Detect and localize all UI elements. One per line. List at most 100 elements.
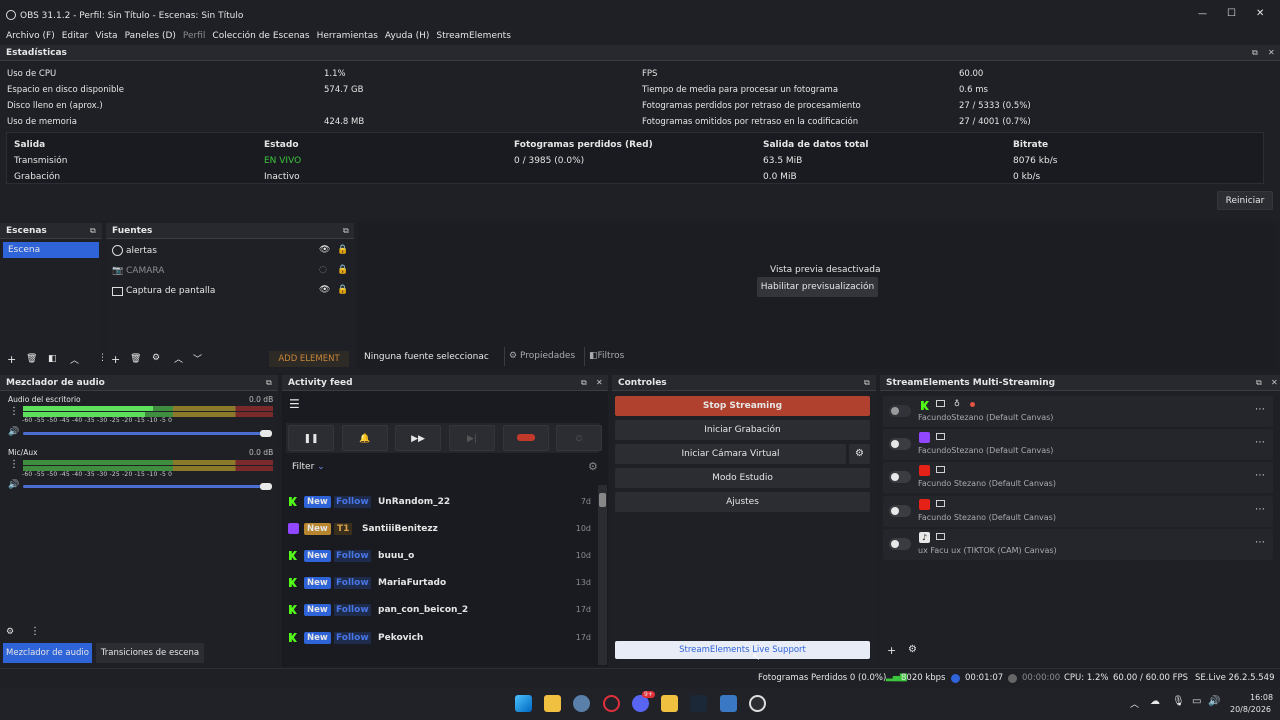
tab-scene-transitions[interactable]: Transiciones de escena — [96, 643, 204, 663]
close-icon[interactable]: ✕ — [596, 378, 605, 387]
live-support-button[interactable]: StreamElements Live Support — [615, 641, 870, 659]
list-item[interactable]: New T1 SantiiiBenitezz 10d — [283, 515, 595, 542]
tab-audio-mixer[interactable]: Mezclador de audio — [3, 643, 92, 663]
skip-icon[interactable]: ▶▶ — [395, 425, 441, 451]
more-icon[interactable]: ⋯ — [1255, 504, 1266, 515]
eye-off-icon[interactable]: ◌ — [319, 265, 327, 275]
more-icon[interactable]: ⋮ — [9, 459, 19, 470]
stream-toggle[interactable] — [889, 505, 911, 517]
stop-streaming-button[interactable]: Stop Streaming — [615, 396, 870, 416]
menu-help[interactable]: Ayuda (H) — [385, 31, 429, 41]
stream-toggle[interactable] — [889, 471, 911, 483]
lock-icon[interactable]: 🔒 — [337, 285, 348, 295]
list-item[interactable]: New Follow buuu_o 10d — [283, 542, 595, 569]
minimize-button[interactable]: — — [1198, 9, 1207, 19]
stream-toggle[interactable] — [889, 438, 911, 450]
settings-icon[interactable] — [573, 695, 590, 712]
chevron-up-icon[interactable]: ︿ — [70, 353, 79, 366]
gear-icon[interactable]: ⚙ — [152, 353, 160, 363]
undock-icon[interactable]: ⧉ — [266, 378, 275, 387]
chevron-up-icon[interactable]: ︿ — [1130, 697, 1139, 710]
undock-icon[interactable]: ⧉ — [864, 378, 873, 387]
stream-target-row[interactable]: Facundo Stezano (Default Canvas) ⋯ — [883, 496, 1273, 527]
eye-icon[interactable]: 👁 — [319, 245, 330, 255]
stream-toggle[interactable] — [889, 538, 911, 550]
start-virtual-camera-button[interactable]: Iniciar Cámara Virtual — [615, 444, 846, 464]
undock-icon[interactable]: ⧉ — [1252, 48, 1261, 57]
start-recording-button[interactable]: Iniciar Grabación — [615, 420, 870, 440]
virtual-camera-settings-gear-icon[interactable]: ⚙ — [849, 444, 870, 464]
volume-knob[interactable] — [260, 430, 272, 437]
add-icon[interactable]: + — [7, 353, 16, 366]
stream-toggle[interactable] — [889, 405, 911, 417]
feed-scrollbar[interactable] — [598, 485, 607, 665]
timer-icon[interactable]: ⏲ — [556, 425, 602, 451]
scene-item[interactable]: Escena — [3, 242, 99, 258]
gear-icon[interactable]: ⚙ — [588, 460, 598, 473]
desktop-volume-slider[interactable] — [23, 432, 268, 435]
add-icon[interactable]: + — [887, 644, 896, 657]
menu-edit[interactable]: Editar — [62, 31, 89, 41]
source-item[interactable]: alertas — [126, 246, 157, 256]
filter-dropdown[interactable]: Filter ⌄ — [292, 462, 325, 472]
skip-end-icon[interactable]: ▶| — [449, 425, 495, 451]
undock-icon[interactable]: ⧉ — [343, 226, 352, 235]
maximize-button[interactable]: ☐ — [1227, 8, 1236, 19]
cloud-icon[interactable]: ☁ — [1150, 696, 1160, 707]
more-icon[interactable]: ⋮ — [30, 626, 40, 637]
trash-icon[interactable]: 🗑 — [130, 354, 141, 364]
add-icon[interactable]: + — [111, 353, 120, 366]
hamburger-icon[interactable]: ☰ — [289, 397, 300, 411]
bell-icon[interactable]: 🔔 — [342, 425, 388, 451]
stream-target-row[interactable]: ♪ ux Facu ux (TIKTOK (CAM) Canvas) ⋯ — [883, 529, 1273, 560]
more-icon[interactable]: ⋯ — [1255, 470, 1266, 481]
stream-target-row[interactable]: ♁ FacundoStezano (Default Canvas) ⋯ — [883, 396, 1273, 427]
lock-icon[interactable]: 🔒 — [337, 245, 348, 255]
filter-icon[interactable]: ◧ — [48, 354, 57, 364]
close-icon[interactable]: ✕ — [1271, 378, 1280, 387]
studio-mode-button[interactable]: Modo Estudio — [615, 468, 870, 488]
eye-icon[interactable]: 👁 — [319, 285, 330, 295]
list-item[interactable]: New Follow pan_con_beicon_2 17d — [283, 596, 595, 623]
source-item[interactable]: CAMARA — [126, 266, 164, 276]
windows-start-icon[interactable] — [515, 695, 532, 712]
more-icon[interactable]: ⋯ — [1255, 437, 1266, 448]
undock-icon[interactable]: ⧉ — [581, 378, 590, 387]
list-item[interactable]: New Follow MariaFurtado 13d — [283, 569, 595, 596]
close-button[interactable]: ✕ — [1256, 8, 1264, 19]
volume-knob[interactable] — [260, 483, 272, 490]
undock-icon[interactable]: ⧉ — [90, 226, 99, 235]
obs-taskbar-icon[interactable] — [749, 695, 766, 712]
steam-icon[interactable] — [690, 695, 707, 712]
menu-docks[interactable]: Paneles (D) — [125, 31, 176, 41]
chevron-down-icon[interactable]: ﹀ — [193, 352, 202, 365]
lock-icon[interactable]: 🔒 — [337, 265, 348, 275]
menu-scene-collection[interactable]: Colección de Escenas — [212, 31, 309, 41]
speaker-icon[interactable]: 🔊 — [8, 427, 19, 437]
gear-icon[interactable]: ⚙ — [908, 644, 917, 655]
menu-view[interactable]: Vista — [95, 31, 117, 41]
menu-file[interactable]: Archivo (F) — [6, 31, 55, 41]
more-icon[interactable]: ⋯ — [1255, 537, 1266, 548]
menu-profile[interactable]: Perfil — [183, 31, 206, 41]
mic-volume-slider[interactable] — [23, 485, 268, 488]
filters-button[interactable]: ◧Filtros — [584, 347, 640, 366]
enable-preview-button[interactable]: Habilitar previsualización — [757, 277, 878, 297]
volume-icon[interactable]: 🔊 — [1208, 696, 1220, 707]
opera-icon[interactable] — [603, 695, 620, 712]
pause-icon[interactable]: ❚❚ — [288, 425, 334, 451]
properties-button[interactable]: ⚙ Propiedades — [504, 347, 582, 366]
stream-target-row[interactable]: Facundo Stezano (Default Canvas) ⋯ — [883, 462, 1273, 493]
settings-button[interactable]: Ajustes — [615, 492, 870, 512]
list-item[interactable]: New Follow Pekovich 17d — [283, 624, 595, 651]
more-icon[interactable]: ⋮ — [9, 406, 19, 417]
stream-target-row[interactable]: FacundoStezano (Default Canvas) ⋯ — [883, 429, 1273, 460]
record-mute-icon[interactable] — [503, 425, 549, 451]
folder-icon[interactable] — [661, 695, 678, 712]
speaker-icon[interactable]: 🔊 — [8, 480, 19, 490]
more-icon[interactable]: ⋯ — [1255, 404, 1266, 415]
reset-button[interactable]: Reiniciar — [1217, 191, 1273, 210]
photos-icon[interactable] — [720, 695, 737, 712]
undock-icon[interactable]: ⧉ — [1256, 378, 1265, 387]
close-icon[interactable]: ✕ — [1268, 48, 1277, 57]
